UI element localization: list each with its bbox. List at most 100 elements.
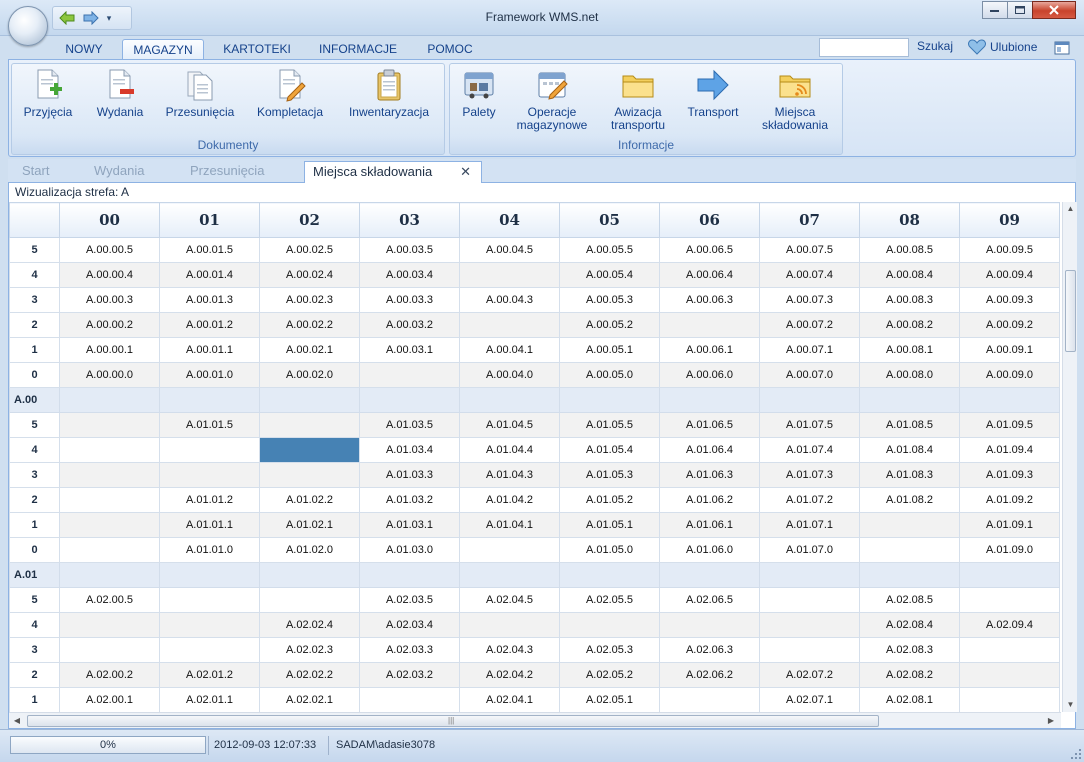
location-cell[interactable]: [59, 537, 160, 563]
favorites-button[interactable]: Ulubione: [968, 39, 1037, 55]
location-cell[interactable]: [759, 562, 860, 588]
location-cell[interactable]: A.01.07.4: [759, 437, 860, 463]
location-cell[interactable]: A.00.02.2: [259, 312, 360, 338]
location-cell[interactable]: A.00.08.1: [859, 337, 960, 363]
location-cell[interactable]: A.01.07.5: [759, 412, 860, 438]
operacje-magazynowe-button[interactable]: Operacje magazynowe: [508, 67, 596, 132]
location-cell[interactable]: A.01.09.0: [959, 537, 1060, 563]
location-cell[interactable]: A.01.04.2: [459, 487, 560, 513]
location-cell[interactable]: [459, 387, 560, 413]
location-cell[interactable]: [359, 687, 460, 712]
location-cell[interactable]: A.00.02.3: [259, 287, 360, 313]
location-cell[interactable]: A.02.09.4: [959, 612, 1060, 638]
tab-kartoteki[interactable]: KARTOTEKI: [216, 39, 298, 60]
close-tab-icon[interactable]: ✕: [460, 162, 471, 182]
location-cell[interactable]: A.01.02.2: [259, 487, 360, 513]
location-cell[interactable]: A.01.06.3: [659, 462, 760, 488]
location-cell[interactable]: [659, 687, 760, 712]
location-cell[interactable]: A.01.04.4: [459, 437, 560, 463]
location-cell[interactable]: A.01.01.1: [159, 512, 260, 538]
location-cell[interactable]: [859, 387, 960, 413]
location-cell[interactable]: A.02.05.2: [559, 662, 660, 688]
przesuniecia-button[interactable]: Przesunięcia: [158, 67, 242, 119]
location-cell[interactable]: A.02.04.3: [459, 637, 560, 663]
location-cell[interactable]: A.00.04.1: [459, 337, 560, 363]
location-cell[interactable]: A.02.06.3: [659, 637, 760, 663]
location-cell[interactable]: A.02.05.1: [559, 687, 660, 712]
location-cell[interactable]: A.00.07.4: [759, 262, 860, 288]
location-cell[interactable]: [359, 387, 460, 413]
location-cell[interactable]: [59, 487, 160, 513]
location-cell[interactable]: A.02.08.5: [859, 587, 960, 613]
location-cell[interactable]: A.01.02.1: [259, 512, 360, 538]
transport-button[interactable]: Transport: [680, 67, 746, 119]
location-cell[interactable]: [59, 412, 160, 438]
location-cell[interactable]: A.02.00.5: [59, 587, 160, 613]
location-cell[interactable]: [159, 462, 260, 488]
location-cell[interactable]: A.01.01.0: [159, 537, 260, 563]
location-cell[interactable]: [59, 462, 160, 488]
location-cell[interactable]: [159, 612, 260, 638]
doc-tab-przesuniecia[interactable]: Przesunięcia: [190, 161, 304, 183]
location-cell[interactable]: [759, 612, 860, 638]
column-header[interactable]: 09: [959, 202, 1060, 238]
location-cell[interactable]: A.00.07.0: [759, 362, 860, 388]
location-cell[interactable]: A.02.08.4: [859, 612, 960, 638]
location-cell[interactable]: A.00.07.2: [759, 312, 860, 338]
location-cell[interactable]: A.01.05.5: [559, 412, 660, 438]
location-cell[interactable]: A.01.09.4: [959, 437, 1060, 463]
column-header[interactable]: 08: [859, 202, 960, 238]
location-cell[interactable]: [159, 562, 260, 588]
location-cell[interactable]: [459, 612, 560, 638]
location-cell[interactable]: A.00.06.1: [659, 337, 760, 363]
location-cell[interactable]: A.02.08.3: [859, 637, 960, 663]
location-cell[interactable]: A.01.04.1: [459, 512, 560, 538]
tab-pomoc[interactable]: POMOC: [418, 39, 482, 60]
location-cell[interactable]: A.00.01.5: [159, 237, 260, 263]
location-cell[interactable]: A.01.07.3: [759, 462, 860, 488]
location-cell[interactable]: A.02.02.4: [259, 612, 360, 638]
location-cell[interactable]: A.02.05.5: [559, 587, 660, 613]
location-cell[interactable]: A.00.05.5: [559, 237, 660, 263]
location-cell[interactable]: A.01.03.0: [359, 537, 460, 563]
location-cell[interactable]: [659, 387, 760, 413]
location-cell[interactable]: A.00.05.4: [559, 262, 660, 288]
horizontal-scroll-thumb[interactable]: |||: [27, 715, 879, 727]
location-cell[interactable]: A.00.04.0: [459, 362, 560, 388]
location-cell[interactable]: A.02.02.3: [259, 637, 360, 663]
scroll-up-icon[interactable]: ▲: [1063, 202, 1078, 216]
location-cell[interactable]: A.01.06.2: [659, 487, 760, 513]
location-cell[interactable]: [259, 387, 360, 413]
location-cell[interactable]: A.02.02.2: [259, 662, 360, 688]
location-cell[interactable]: [659, 562, 760, 588]
location-cell[interactable]: A.00.09.1: [959, 337, 1060, 363]
location-cell[interactable]: A.02.00.1: [59, 687, 160, 712]
location-cell[interactable]: A.01.08.5: [859, 412, 960, 438]
horizontal-scrollbar[interactable]: ◀ ||| ▶: [9, 712, 1061, 728]
location-cell[interactable]: A.02.01.1: [159, 687, 260, 712]
minimize-button[interactable]: [982, 1, 1008, 19]
location-cell[interactable]: A.00.09.5: [959, 237, 1060, 263]
tab-nowy[interactable]: NOWY: [56, 39, 112, 60]
column-header[interactable]: 04: [459, 202, 560, 238]
location-cell[interactable]: A.00.01.1: [159, 337, 260, 363]
location-cell[interactable]: A.00.00.0: [59, 362, 160, 388]
location-cell[interactable]: A.00.08.2: [859, 312, 960, 338]
location-cell[interactable]: [259, 412, 360, 438]
location-cell[interactable]: A.00.06.5: [659, 237, 760, 263]
location-cell[interactable]: A.02.04.2: [459, 662, 560, 688]
location-cell[interactable]: A.00.00.4: [59, 262, 160, 288]
location-cell[interactable]: A.02.03.5: [359, 587, 460, 613]
location-cell[interactable]: A.01.03.2: [359, 487, 460, 513]
location-cell[interactable]: A.02.06.2: [659, 662, 760, 688]
doc-tab-start[interactable]: Start: [22, 161, 88, 183]
location-cell[interactable]: A.02.08.2: [859, 662, 960, 688]
kompletacja-button[interactable]: Kompletacja: [248, 67, 332, 119]
location-cell[interactable]: A.01.09.1: [959, 512, 1060, 538]
location-cell[interactable]: A.00.06.0: [659, 362, 760, 388]
location-cell[interactable]: A.01.08.4: [859, 437, 960, 463]
location-cell[interactable]: [259, 437, 360, 463]
location-cell[interactable]: [759, 387, 860, 413]
scroll-down-icon[interactable]: ▼: [1063, 698, 1078, 712]
location-cell[interactable]: A.01.08.2: [859, 487, 960, 513]
